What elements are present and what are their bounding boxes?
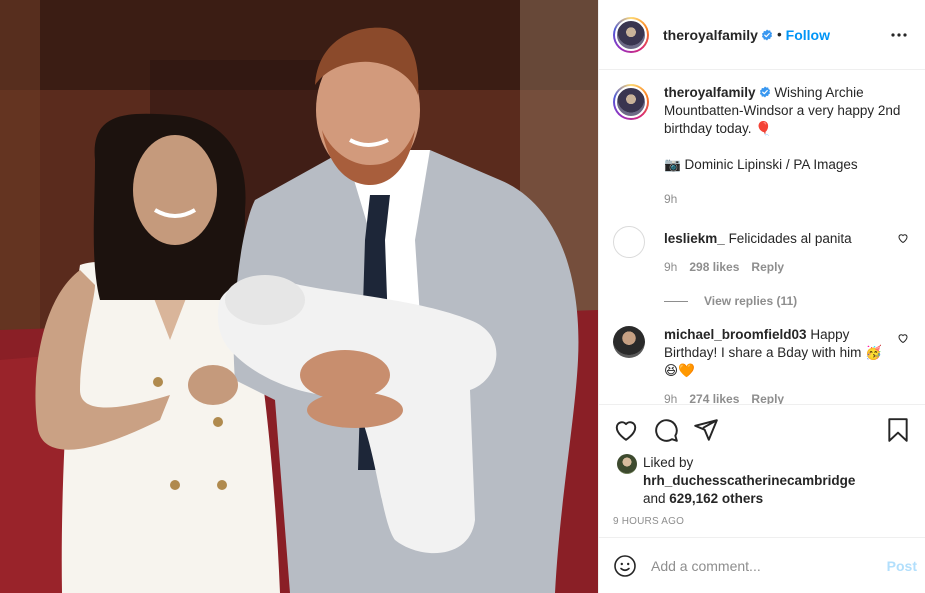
caption-username[interactable]: theroyalfamily	[664, 85, 756, 100]
post-photo[interactable]	[0, 0, 598, 593]
comment-reply-button[interactable]: Reply	[751, 390, 784, 404]
liked-by-and: and	[643, 491, 666, 506]
liked-by-username[interactable]: hrh_duchesscatherinecambridge	[643, 473, 855, 488]
commenter-avatar[interactable]	[613, 326, 645, 358]
caption: theroyalfamily Wishing Archie Mountbatte…	[613, 84, 909, 208]
author-avatar[interactable]	[613, 16, 649, 53]
liked-by-prefix: Liked by	[643, 455, 694, 470]
comment-time: 9h	[664, 392, 678, 404]
commenter-avatar[interactable]	[613, 226, 645, 258]
caption-time: 9h	[664, 192, 678, 206]
comment-icon[interactable]	[653, 417, 679, 443]
view-replies-button[interactable]: View replies (11)	[664, 292, 891, 310]
comment-reply-button[interactable]: Reply	[751, 258, 784, 276]
post-timestamp[interactable]: 9 HOURS AGO	[599, 508, 925, 527]
comment-likes-count[interactable]: 274 likes	[689, 390, 739, 404]
caption-author-avatar[interactable]	[613, 84, 649, 120]
comment-time: 9h	[664, 260, 678, 274]
commenter-username[interactable]: michael_broomfield03	[664, 327, 807, 342]
comments-list[interactable]: theroyalfamily Wishing Archie Mountbatte…	[599, 70, 925, 404]
heart-icon[interactable]	[613, 417, 639, 443]
comment-likes-count[interactable]: 298 likes	[689, 258, 739, 276]
post-photo-illustration	[0, 0, 598, 593]
post-action-bar	[599, 404, 925, 454]
add-comment-bar: Post	[599, 537, 925, 593]
liked-by-others-count[interactable]: 629,162 others	[669, 491, 763, 506]
post-header: theroyalfamily • Follow	[599, 0, 925, 70]
commenter-username[interactable]: lesliekm_	[664, 231, 725, 246]
replies-divider-line	[664, 300, 688, 302]
smiley-icon[interactable]	[613, 554, 637, 578]
post-comment-button[interactable]: Post	[887, 558, 917, 574]
verified-badge-icon	[759, 86, 770, 98]
instagram-post: theroyalfamily • Follow theroyalfamily W…	[0, 0, 925, 593]
bookmark-icon[interactable]	[885, 417, 911, 443]
comment-like-heart-icon[interactable]	[897, 332, 909, 344]
view-replies-label: View replies (11)	[704, 294, 798, 308]
comment-like-heart-icon[interactable]	[897, 232, 909, 244]
liker-avatar[interactable]	[617, 454, 637, 474]
follow-button[interactable]: Follow	[786, 27, 830, 43]
comment-item: michael_broomfield03 Happy Birthday! I s…	[613, 326, 909, 404]
caption-photo-credit: 📷 Dominic Lipinski / PA Images	[664, 157, 858, 172]
share-icon[interactable]	[693, 417, 719, 443]
comment-item: lesliekm_ Felicidades al panita 9h 298 l…	[613, 226, 909, 310]
separator-dot: •	[776, 27, 782, 42]
add-comment-input[interactable]	[651, 557, 887, 574]
author-username[interactable]: theroyalfamily	[663, 27, 758, 43]
verified-badge-icon	[761, 29, 773, 40]
comment-text: Felicidades al panita	[728, 231, 852, 246]
post-side-panel: theroyalfamily • Follow theroyalfamily W…	[598, 0, 925, 593]
likes-summary: Liked by hrh_duchesscatherinecambridge a…	[599, 454, 925, 508]
more-options-icon[interactable]	[887, 23, 911, 47]
